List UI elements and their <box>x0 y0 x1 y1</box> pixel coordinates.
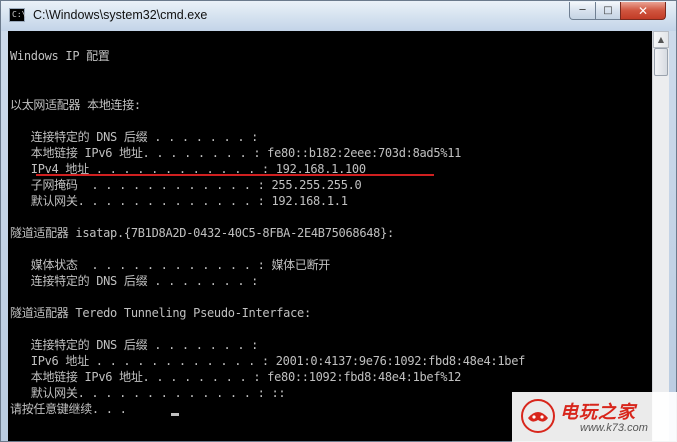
console-line: Windows IP 配置 <box>10 49 110 63</box>
console-line: 连接特定的 DNS 后缀 . . . . . . . : <box>10 130 259 144</box>
minimize-button[interactable]: ─ <box>569 2 596 20</box>
title-bar[interactable]: C:\ C:\Windows\system32\cmd.exe ─ □ ✕ <box>1 1 676 31</box>
console-line: IPv6 地址 . . . . . . . . . . . . : 2001:0… <box>10 354 526 368</box>
cmd-app-icon[interactable]: C:\ <box>9 8 27 22</box>
cmd-icon-label: C:\ <box>12 10 27 19</box>
gamepad-logo-icon <box>521 399 555 433</box>
vertical-scrollbar[interactable]: ▲ <box>652 31 669 441</box>
console-output[interactable]: Windows IP 配置 以太网适配器 本地连接: 连接特定的 DNS 后缀 … <box>8 31 652 441</box>
scroll-up-button[interactable]: ▲ <box>653 31 669 48</box>
close-button[interactable]: ✕ <box>620 2 666 20</box>
console-line: 连接特定的 DNS 后缀 . . . . . . . : <box>10 274 259 288</box>
console-line: 连接特定的 DNS 后缀 . . . . . . . : <box>10 338 259 352</box>
ipv4-highlight-underline <box>36 174 434 176</box>
console-line: 隧道适配器 isatap.{7B1D8A2D-0432-40C5-8FBA-2E… <box>10 226 394 240</box>
watermark-title: 电玩之家 <box>560 402 636 423</box>
console-line: 媒体状态 . . . . . . . . . . . . : 媒体已断开 <box>10 258 331 272</box>
console-line: 请按任意键继续. . . <box>10 402 127 416</box>
window-title: C:\Windows\system32\cmd.exe <box>33 8 208 22</box>
console-line: 隧道适配器 Teredo Tunneling Pseudo-Interface: <box>10 306 311 320</box>
console-line: 子网掩码 . . . . . . . . . . . . : 255.255.2… <box>10 178 362 192</box>
console-line: 默认网关. . . . . . . . . . . . . : :: <box>10 386 286 400</box>
maximize-button[interactable]: □ <box>595 2 621 20</box>
text-cursor <box>171 413 179 416</box>
scroll-thumb[interactable] <box>654 48 668 76</box>
watermark-url: www.k73.com <box>580 422 648 434</box>
site-watermark: 电玩之家 www.k73.com <box>512 392 677 442</box>
console-line: 以太网适配器 本地连接: <box>10 98 141 112</box>
console-line: 本地链接 IPv6 地址. . . . . . . . : fe80::b182… <box>10 146 462 160</box>
console-line: 本地链接 IPv6 地址. . . . . . . . : fe80::1092… <box>10 370 462 384</box>
cmd-window: C:\ C:\Windows\system32\cmd.exe ─ □ ✕ Wi… <box>0 0 677 442</box>
console-line: 默认网关. . . . . . . . . . . . . : 192.168.… <box>10 194 348 208</box>
